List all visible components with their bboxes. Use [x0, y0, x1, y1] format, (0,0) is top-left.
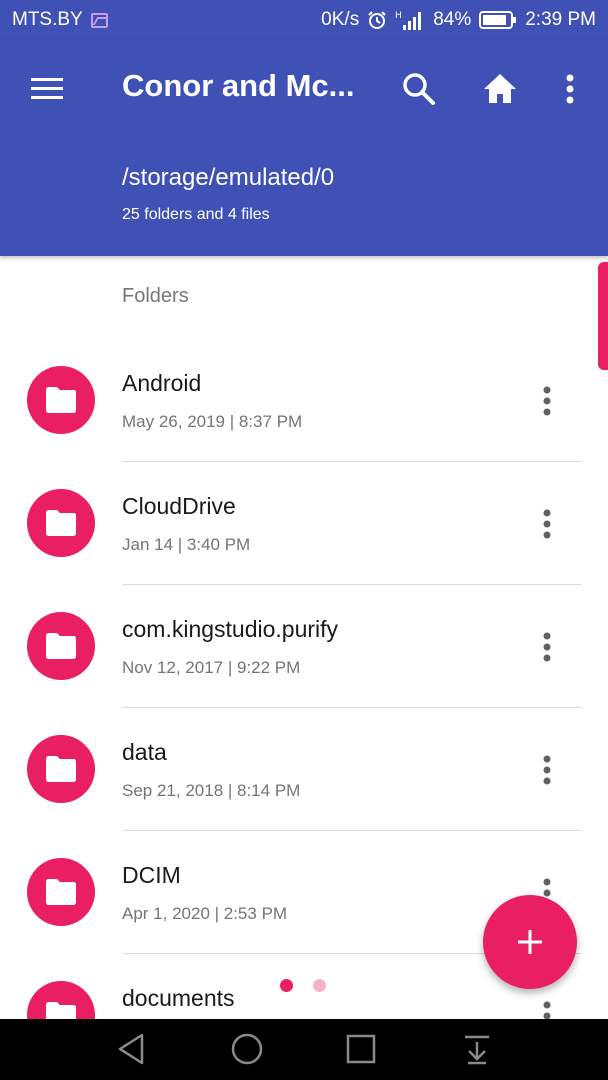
recents-icon[interactable]	[343, 1031, 379, 1067]
home-icon[interactable]	[481, 70, 519, 108]
network-speed: 0K/s	[321, 9, 360, 30]
back-icon[interactable]	[114, 1031, 150, 1067]
signal-icon: H	[395, 9, 425, 31]
status-bar: MTS.BY 0K/s H 84% 2:39 PM	[0, 0, 608, 40]
folder-name: DCIM	[122, 862, 181, 888]
folder-item[interactable]: data Sep 21, 2018 | 8:14 PM	[0, 708, 608, 831]
gallery-notification-icon	[90, 12, 108, 28]
app-title: Conor and Mc...	[122, 68, 355, 103]
folder-icon	[27, 981, 95, 1019]
folder-name: CloudDrive	[122, 493, 236, 519]
system-nav-bar	[0, 1019, 608, 1080]
add-button[interactable]	[483, 895, 577, 989]
page-indicator	[280, 979, 326, 992]
folder-date: Nov 12, 2017 | 9:22 PM	[122, 658, 301, 677]
notification-pull-down-icon[interactable]	[459, 1031, 495, 1067]
menu-icon[interactable]	[28, 70, 66, 108]
more-vert-icon[interactable]	[532, 383, 562, 419]
battery-icon	[479, 11, 517, 29]
more-vert-icon[interactable]	[532, 752, 562, 788]
more-vert-icon[interactable]	[556, 70, 584, 108]
folder-date: Jan 14 | 3:40 PM	[122, 535, 251, 554]
folder-name: Android	[122, 370, 202, 396]
folder-item[interactable]: Android May 26, 2019 | 8:37 PM	[0, 339, 608, 462]
page-dot[interactable]	[313, 979, 326, 992]
folder-date: Apr 1, 2020 | 2:53 PM	[122, 904, 288, 923]
carrier-label: MTS.BY	[12, 9, 83, 30]
section-header: Folders	[122, 285, 189, 307]
folder-name: documents	[122, 985, 235, 1011]
search-icon[interactable]	[400, 70, 438, 108]
home-circle-icon[interactable]	[229, 1031, 265, 1067]
folder-date: Sep 21, 2018 | 8:14 PM	[122, 781, 301, 800]
folder-date: May 26, 2019 | 8:37 PM	[122, 412, 303, 431]
plus-icon	[518, 930, 542, 954]
network-type: H	[395, 11, 402, 21]
folder-icon	[27, 366, 95, 434]
folder-name: com.kingstudio.purify	[122, 616, 339, 642]
app-bar: Conor and Mc... /storage/emulated/0 25 f…	[0, 40, 608, 256]
alarm-icon	[367, 10, 387, 30]
more-vert-icon[interactable]	[532, 506, 562, 542]
page-dot-active[interactable]	[280, 979, 293, 992]
folder-item[interactable]: CloudDrive Jan 14 | 3:40 PM	[0, 462, 608, 585]
battery-percent: 84%	[433, 9, 472, 30]
folder-icon	[27, 489, 95, 557]
folder-file-count: 25 folders and 4 files	[122, 206, 270, 223]
more-vert-icon[interactable]	[532, 998, 562, 1019]
folder-name: data	[122, 739, 167, 765]
more-vert-icon[interactable]	[532, 629, 562, 665]
clock: 2:39 PM	[525, 9, 596, 30]
folder-icon	[27, 858, 95, 926]
folder-icon	[27, 735, 95, 803]
folder-item[interactable]: com.kingstudio.purify Nov 12, 2017 | 9:2…	[0, 585, 608, 708]
folder-icon	[27, 612, 95, 680]
current-path: /storage/emulated/0	[122, 164, 335, 191]
